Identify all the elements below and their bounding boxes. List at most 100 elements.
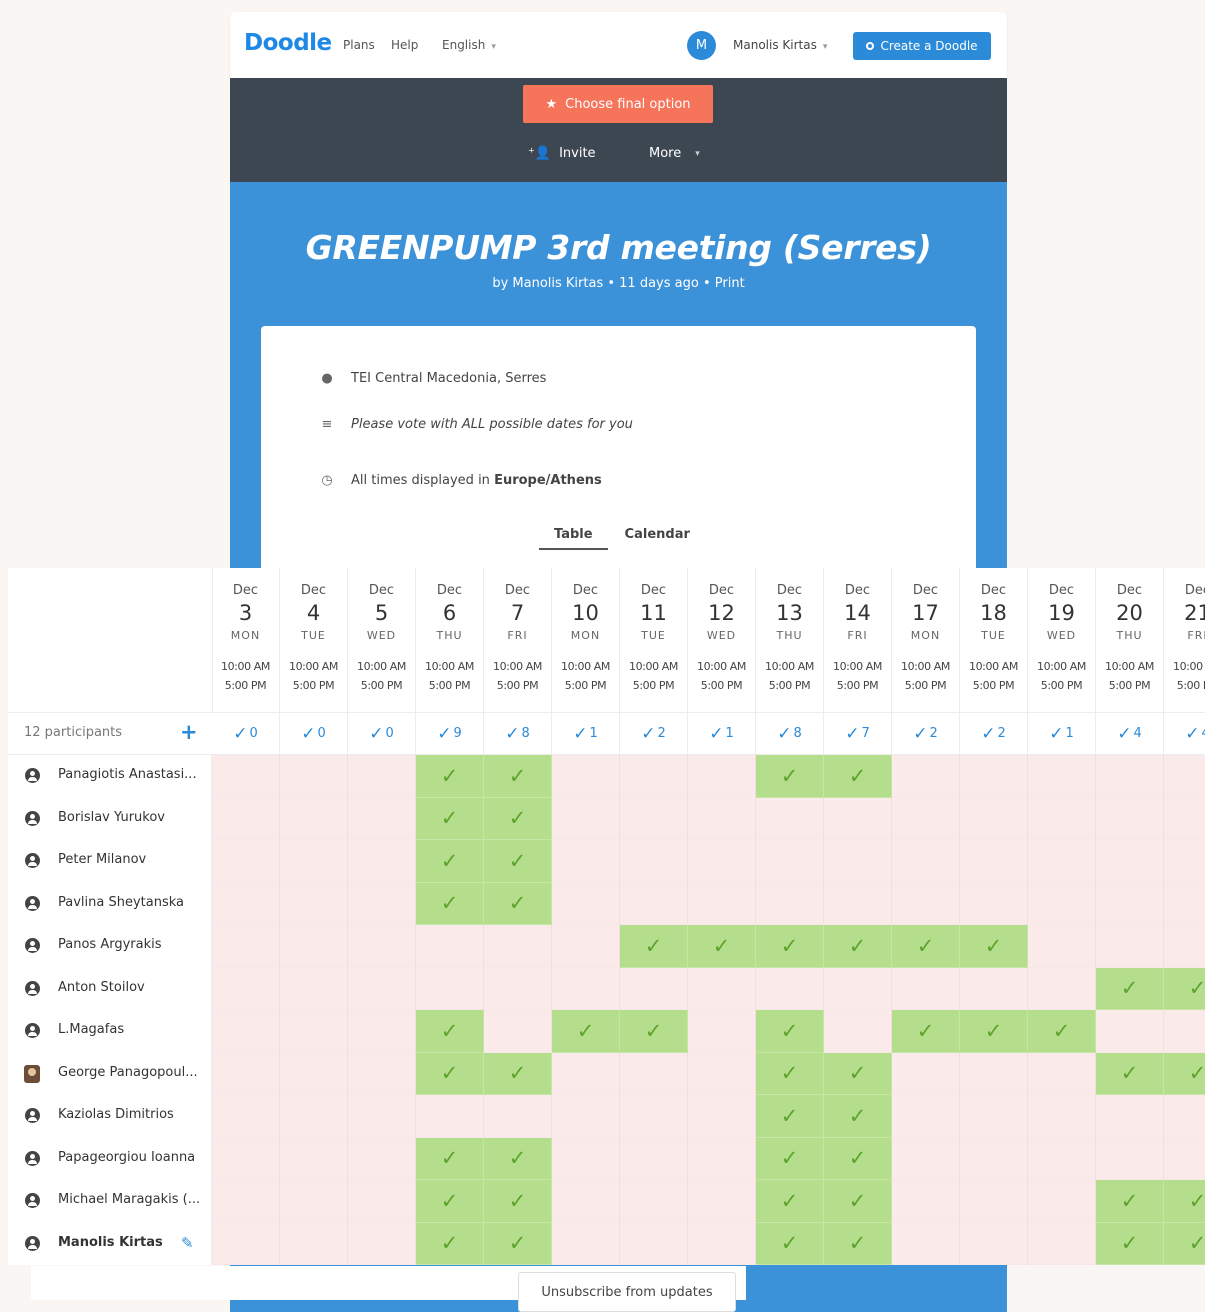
vote-yes-cell: ✓ [416, 882, 484, 925]
date-day: 17 [912, 601, 939, 625]
vote-yes-cell: ✓ [1096, 1052, 1164, 1095]
edit-pencil-icon[interactable]: ✎ [181, 1234, 194, 1252]
nav-plans-link[interactable]: Plans [343, 38, 375, 52]
vote-yes-cell: ✓ [484, 1052, 552, 1095]
time-start: 10:00 AM [356, 660, 406, 673]
user-menu[interactable]: Manolis Kirtas ▾ [733, 38, 827, 52]
date-weekday: THU [1116, 629, 1143, 642]
vote-yes-cell: ✓ [688, 925, 756, 968]
tab-calendar[interactable]: Calendar [625, 527, 690, 550]
unsubscribe-button[interactable]: Unsubscribe from updates [518, 1272, 736, 1312]
vote-yes-cell: ✓ [484, 1222, 552, 1265]
vote-no-cell [892, 1222, 960, 1265]
text-lines-icon: ≡ [321, 417, 333, 432]
participant-name-cell[interactable]: Papageorgiou Ioanna [8, 1137, 212, 1180]
vote-no-cell [756, 967, 824, 1010]
language-selector[interactable]: English ▾ [442, 38, 496, 52]
participant-name-cell[interactable]: L.Magafas [8, 1010, 212, 1053]
vote-no-cell [892, 882, 960, 925]
vote-yes-cell: ✓ [756, 1095, 824, 1138]
check-icon: ✓ [508, 891, 527, 916]
vote-no-cell [960, 755, 1028, 798]
participant-name: Papageorgiou Ioanna [58, 1149, 196, 1165]
participant-name-cell[interactable]: Michael Maragakis (... [8, 1180, 212, 1223]
time-end: 5:00 PM [1176, 679, 1205, 692]
time-end: 5:00 PM [1108, 679, 1151, 692]
participant-name-cell[interactable]: Panagiotis Anastasi... [8, 755, 212, 798]
language-label: English [442, 38, 486, 52]
date-month: Dec [980, 583, 1007, 598]
time-start: 10:00 AM [1104, 660, 1154, 673]
vote-no-cell [824, 882, 892, 925]
vote-no-cell [484, 1010, 552, 1053]
vote-no-cell [348, 967, 416, 1010]
vote-count: ✓ 8 [756, 713, 824, 754]
add-participant-icon[interactable]: + [180, 720, 198, 744]
vote-no-cell [484, 925, 552, 968]
check-icon: ✓ [440, 1061, 459, 1086]
check-icon: ✓ [916, 933, 935, 958]
vote-no-cell [552, 797, 620, 840]
vote-yes-cell: ✓ [756, 1222, 824, 1265]
vote-no-cell [552, 755, 620, 798]
participant-name-cell[interactable]: Kaziolas Dimitrios [8, 1095, 212, 1138]
participant-name-cell[interactable]: George Panagopoul... [8, 1052, 212, 1095]
invite-button[interactable]: ⁺👤 Invite [528, 146, 596, 161]
participant-row: Anton Stoilov ✓ ✓ [8, 967, 1205, 1010]
check-icon: ✓ [437, 723, 452, 744]
participant-name-cell[interactable]: Manolis Kirtas ✎ [8, 1222, 212, 1265]
check-icon: ✓ [984, 1018, 1003, 1043]
check-icon: ✓ [780, 1231, 799, 1256]
vote-yes-cell: ✓ [416, 840, 484, 883]
doodle-logo[interactable]: Doodle [244, 30, 332, 56]
participant-row: Panagiotis Anastasi... ✓ ✓ ✓ ✓ [8, 755, 1205, 798]
participant-name-cell[interactable]: Pavlina Sheytanska [8, 882, 212, 925]
time-start: 10:00 AM [1172, 660, 1205, 673]
tab-table[interactable]: Table [539, 527, 608, 550]
user-icon [25, 1235, 40, 1251]
vote-no-cell [212, 1180, 280, 1223]
vote-no-cell [1028, 755, 1096, 798]
vote-yes-cell: ✓ [892, 925, 960, 968]
vote-no-cell [280, 1010, 348, 1053]
vote-count-value: 7 [861, 726, 870, 741]
vote-no-cell [212, 925, 280, 968]
check-icon: ✓ [644, 1018, 663, 1043]
vote-no-cell [348, 755, 416, 798]
check-icon: ✓ [508, 1061, 527, 1086]
more-menu-button[interactable]: More ▾ [649, 146, 700, 161]
choose-final-option-button[interactable]: ★ Choose final option [523, 85, 713, 123]
vote-yes-cell: ✓ [824, 1052, 892, 1095]
check-icon: ✓ [508, 1146, 527, 1171]
create-doodle-button[interactable]: Create a Doodle [853, 32, 991, 60]
date-month: Dec [368, 583, 395, 598]
time-start: 10:00 AM [832, 660, 882, 673]
time-start: 10:00 AM [968, 660, 1018, 673]
vote-no-cell [960, 797, 1028, 840]
time-end: 5:00 PM [768, 679, 811, 692]
check-icon: ✓ [440, 763, 459, 788]
vote-no-cell [1096, 1095, 1164, 1138]
date-column-header: Dec 19 WED 10:00 AM 5:00 PM [1028, 568, 1096, 712]
date-day: 5 [374, 601, 389, 625]
nav-help-link[interactable]: Help [391, 38, 418, 52]
timezone-value[interactable]: Europe/Athens [494, 473, 602, 488]
check-icon: ✓ [780, 1188, 799, 1213]
date-column-header: Dec 13 THU 10:00 AM 5:00 PM [756, 568, 824, 712]
date-column-header: Dec 3 MON 10:00 AM 5:00 PM [212, 568, 280, 712]
participant-name-cell[interactable]: Peter Milanov [8, 840, 212, 883]
avatar[interactable]: M [687, 31, 716, 60]
vote-count: ✓4 [1164, 713, 1205, 754]
participant-name: Michael Maragakis (... [58, 1192, 201, 1207]
date-weekday: THU [436, 629, 463, 642]
participant-name-cell[interactable]: Borislav Yurukov [8, 797, 212, 840]
vote-no-cell [1028, 840, 1096, 883]
participant-row: Pavlina Sheytanska ✓ ✓ [8, 882, 1205, 925]
participant-name-cell[interactable]: Anton Stoilov [8, 967, 212, 1010]
vote-no-cell [824, 967, 892, 1010]
user-icon [25, 1193, 40, 1208]
date-month: Dec [436, 583, 463, 598]
date-month: Dec [504, 583, 531, 598]
participant-name-cell[interactable]: Panos Argyrakis [8, 925, 212, 968]
date-day: 11 [640, 601, 667, 625]
